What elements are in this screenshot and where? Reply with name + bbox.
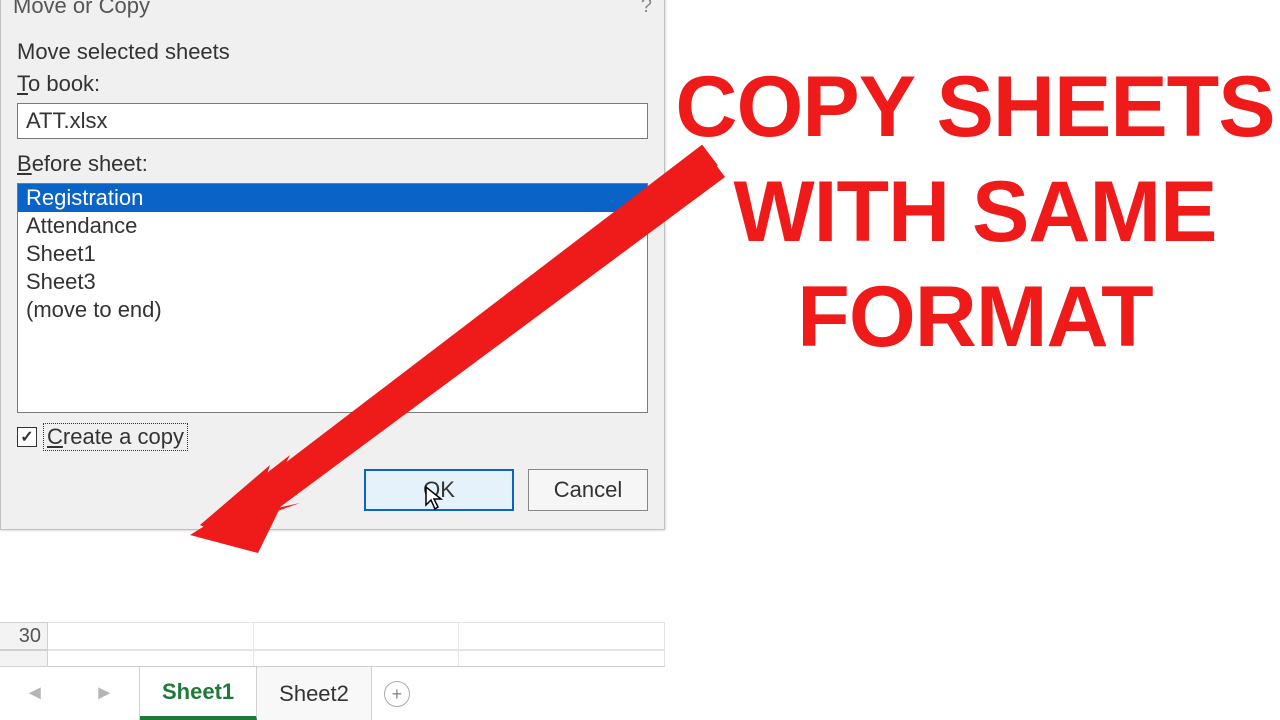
ok-label: OK: [423, 477, 455, 502]
checkmark-icon: ✓: [20, 427, 33, 447]
cancel-button[interactable]: Cancel: [528, 469, 648, 511]
annotation-text: COPY SHEETS WITH SAME FORMAT: [670, 55, 1280, 370]
scroll-left-icon[interactable]: ◄: [19, 682, 51, 705]
annotation-line-3: FORMAT: [670, 265, 1280, 370]
grid-cell[interactable]: [459, 622, 665, 650]
create-copy-checkbox[interactable]: ✓: [17, 427, 37, 447]
before-sheet-label: Before sheet:: [17, 151, 648, 177]
to-book-value: ATT.xlsx: [26, 108, 107, 133]
sheet-option[interactable]: (move to end): [18, 296, 647, 324]
scroll-right-icon[interactable]: ►: [88, 682, 120, 705]
row-header[interactable]: 30: [0, 622, 48, 650]
sheet-option[interactable]: Attendance: [18, 212, 647, 240]
sheet-option[interactable]: Sheet3: [18, 268, 647, 296]
tab-scroll-buttons: ◄ ►: [0, 667, 140, 720]
ok-button[interactable]: OK: [364, 469, 514, 511]
create-copy-label: Create a copy: [43, 423, 188, 451]
to-book-dropdown[interactable]: ATT.xlsx: [17, 103, 648, 139]
annotation-line-2: WITH SAME: [670, 160, 1280, 265]
create-copy-row[interactable]: ✓ Create a copy: [1, 413, 664, 469]
sheet-option[interactable]: Sheet1: [18, 240, 647, 268]
plus-icon: +: [384, 681, 410, 707]
move-selected-label: Move selected sheets: [17, 39, 648, 65]
dialog-titlebar: Move or Copy ?: [1, 0, 664, 25]
sheet-tab-bar: ◄ ► Sheet1Sheet2 +: [0, 666, 665, 720]
sheet-tab[interactable]: Sheet1: [140, 667, 257, 720]
add-sheet-button[interactable]: +: [372, 681, 422, 707]
cancel-label: Cancel: [554, 477, 622, 502]
dialog-buttons: OK Cancel: [1, 469, 664, 529]
to-book-label: To book:: [17, 71, 648, 97]
dialog-title: Move or Copy: [13, 0, 150, 19]
move-or-copy-dialog: Move or Copy ? Move selected sheets To b…: [0, 0, 665, 530]
sheet-tab[interactable]: Sheet2: [257, 667, 372, 720]
annotation-line-1: COPY SHEETS: [670, 55, 1280, 160]
help-icon[interactable]: ?: [641, 0, 652, 18]
grid-cell[interactable]: [48, 622, 254, 650]
grid-cell[interactable]: [254, 622, 460, 650]
dialog-body: Move selected sheets To book: ATT.xlsx B…: [1, 25, 664, 413]
sheet-option[interactable]: Registration: [18, 184, 647, 212]
before-sheet-listbox[interactable]: RegistrationAttendanceSheet1Sheet3(move …: [17, 183, 648, 413]
